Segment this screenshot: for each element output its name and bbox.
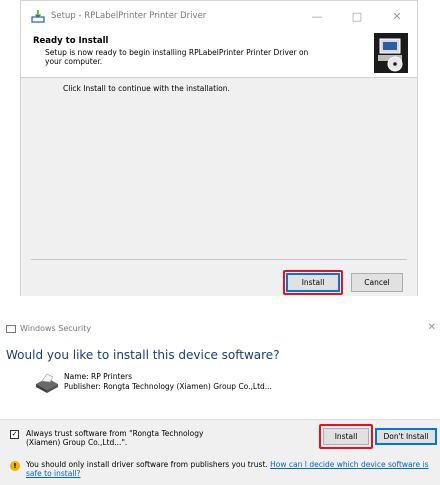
warning-text: You should only install driver software … [26, 460, 268, 469]
always-trust-label: Always trust software from "Rongta Techn… [26, 429, 204, 447]
window-controls: — □ ✕ [297, 1, 417, 31]
windows-security-dialog: Windows Security ✕ Would you like to ins… [0, 314, 440, 485]
body-instructions: Click Install to continue with the insta… [63, 84, 230, 93]
dont-install-button[interactable]: Don't Install [375, 428, 437, 445]
cancel-button[interactable]: Cancel [351, 273, 403, 292]
computer-cd-icon [374, 33, 408, 73]
always-trust-checkbox[interactable]: ✓ [10, 430, 19, 439]
close-button[interactable]: ✕ [377, 1, 417, 31]
security-window-title: Windows Security [20, 324, 92, 333]
install-question: Would you like to install this device so… [6, 348, 280, 362]
device-publisher: Publisher: Rongta Technology (Xiamen) Gr… [64, 382, 272, 391]
setup-header: Ready to Install Setup is now ready to b… [21, 31, 417, 78]
security-titlebar: Windows Security [6, 324, 91, 333]
setup-window-title: Setup - RPLabelPrinter Printer Driver [51, 11, 207, 21]
setup-titlebar: Setup - RPLabelPrinter Printer Driver — … [21, 1, 417, 31]
setup-body: Click Install to continue with the insta… [21, 78, 417, 256]
minimize-button[interactable]: — [297, 1, 337, 31]
security-close-button[interactable]: ✕ [428, 322, 436, 333]
install-button[interactable]: Install [286, 273, 340, 292]
warning-message: You should only install driver software … [26, 460, 440, 478]
printer-icon [34, 372, 60, 394]
header-subtitle: Setup is now ready to begin installing R… [45, 48, 309, 66]
header-title: Ready to Install [33, 36, 109, 46]
checkmark-icon: ✓ [11, 430, 18, 438]
security-install-button[interactable]: Install [323, 428, 369, 445]
maximize-button[interactable]: □ [337, 1, 377, 31]
shield-warning-icon: ! [10, 461, 20, 471]
device-name: Name: RP Printers [64, 372, 133, 381]
window-icon [6, 324, 16, 333]
separator [31, 259, 407, 260]
setup-installer-icon [31, 9, 45, 23]
setup-window: Setup - RPLabelPrinter Printer Driver — … [20, 0, 418, 296]
